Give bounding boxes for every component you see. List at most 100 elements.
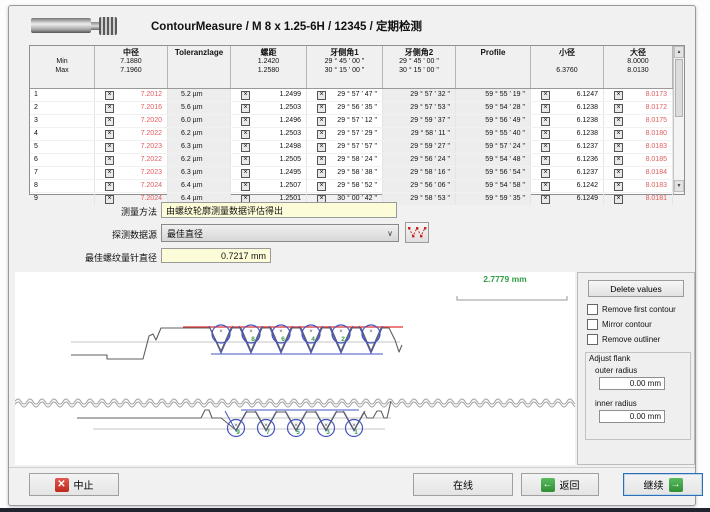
svg-text:×: × [219, 329, 223, 335]
row-checkbox[interactable]: × [541, 156, 550, 165]
checkbox-box[interactable] [587, 304, 598, 315]
row-checkbox[interactable]: × [614, 91, 623, 100]
table-cell: × 7.2012 [95, 89, 168, 101]
abort-label: 中止 [74, 477, 94, 492]
row-checkbox[interactable]: × [614, 182, 623, 191]
probe-points-icon [407, 224, 427, 241]
abort-button[interactable]: ✕ 中止 [29, 473, 119, 496]
table-scrollbar[interactable]: ▲ ▼ [673, 46, 684, 194]
row-checkbox[interactable]: × [105, 156, 114, 165]
table-row[interactable]: 2×7.20165.6 µm×1.2503×29 ° 56 ' 35 "29 °… [30, 102, 673, 115]
row-checkbox[interactable]: × [317, 130, 326, 139]
cell-value: 1.2496 [280, 115, 301, 127]
row-checkbox[interactable]: × [541, 104, 550, 113]
next-button[interactable]: 继续 → [623, 473, 703, 496]
probe-points-button[interactable] [405, 222, 429, 243]
row-checkbox[interactable]: × [541, 130, 550, 139]
row-checkbox[interactable]: × [105, 143, 114, 152]
scale-label: 2.7779 mm [443, 274, 567, 284]
pin-diameter-field[interactable]: 0.7217 mm [161, 248, 271, 263]
cell-value: 7.2024 [141, 180, 162, 192]
row-checkbox[interactable]: × [317, 104, 326, 113]
table-row[interactable]: 8×7.20246.4 µm×1.2507×29 ° 58 ' 52 "29 °… [30, 180, 673, 193]
header-cell: 中径7.18807.1960 [95, 46, 168, 88]
measure-method-field[interactable]: 由螺纹轮廓测量数据评估得出 [161, 202, 397, 218]
row-checkbox[interactable]: × [614, 117, 623, 126]
remove-first-contour-checkbox[interactable]: Remove first contour [587, 304, 676, 315]
row-checkbox[interactable]: × [614, 195, 623, 204]
mirror-contour-checkbox[interactable]: Mirror contour [587, 319, 652, 330]
remove-outliner-checkbox[interactable]: Remove outliner [587, 334, 660, 345]
row-checkbox[interactable]: × [614, 169, 623, 178]
row-checkbox[interactable]: × [614, 130, 623, 139]
cell-value: 1.2495 [280, 167, 301, 179]
table-cell: ×29 ° 57 ' 29 " [307, 128, 383, 140]
row-checkbox[interactable]: × [614, 143, 623, 152]
row-checkbox[interactable]: × [105, 195, 114, 204]
table-row[interactable]: 1×7.20125.2 µm×1.2499×29 ° 57 ' 47 "29 °… [30, 89, 673, 102]
table-cell: ×6.1247 [531, 89, 604, 101]
row-checkbox[interactable]: × [614, 156, 623, 165]
row-checkbox[interactable]: × [241, 182, 250, 191]
table-row[interactable]: 6×7.20226.2 µm×1.2505×29 ° 58 ' 24 "29 °… [30, 154, 673, 167]
online-button[interactable]: 在线 [413, 473, 513, 496]
row-checkbox[interactable]: × [317, 182, 326, 191]
row-checkbox[interactable]: × [241, 143, 250, 152]
row-checkbox[interactable]: × [241, 169, 250, 178]
cell-value: 1.2499 [280, 89, 301, 101]
row-checkbox[interactable]: × [241, 156, 250, 165]
cell-value: 59 ° 56 ' 54 " [485, 167, 525, 179]
row-checkbox[interactable]: × [541, 117, 550, 126]
scroll-down-icon[interactable]: ▼ [674, 180, 684, 192]
row-checkbox[interactable]: × [241, 91, 250, 100]
header-cell: 大径8.00008.0130 [604, 46, 673, 88]
cell-value: 7.2024 [141, 193, 162, 205]
row-checkbox[interactable]: × [614, 104, 623, 113]
table-row[interactable]: 3×7.20206.0 µm×1.2496×29 ° 57 ' 12 "29 °… [30, 115, 673, 128]
table-row[interactable]: 5×7.20236.3 µm×1.2498×29 ° 57 ' 57 "29 °… [30, 141, 673, 154]
row-checkbox[interactable]: × [105, 117, 114, 126]
row-checkbox[interactable]: × [317, 117, 326, 126]
scrollbar-thumb[interactable] [675, 59, 683, 117]
cell-value: 8.0183 [646, 141, 667, 153]
cell-value: 7.2012 [141, 89, 162, 101]
row-checkbox[interactable]: × [317, 169, 326, 178]
checkbox-box[interactable] [587, 319, 598, 330]
delete-values-button[interactable]: Delete values [588, 280, 684, 297]
cell-value: 8.0173 [646, 89, 667, 101]
scroll-up-icon[interactable]: ▲ [674, 46, 684, 58]
row-checkbox[interactable]: × [105, 182, 114, 191]
cell-value: 8.0172 [646, 102, 667, 114]
row-checkbox[interactable]: × [541, 91, 550, 100]
row-checkbox[interactable]: × [541, 195, 550, 204]
chevron-down-icon[interactable]: ∨ [387, 229, 393, 238]
row-checkbox[interactable]: × [317, 143, 326, 152]
table-cell: 59 ° 55 ' 19 " [456, 89, 531, 101]
probe-source-select[interactable]: 最佳直径 ∨ [161, 224, 399, 242]
row-checkbox[interactable]: × [541, 182, 550, 191]
cell-value: 59 ° 54 ' 28 " [485, 102, 525, 114]
row-checkbox[interactable]: × [241, 130, 250, 139]
back-button[interactable]: ← 返回 [521, 473, 599, 496]
table-cell: ×6.1237 [531, 141, 604, 153]
row-checkbox[interactable]: × [241, 117, 250, 126]
row-checkbox[interactable]: × [541, 143, 550, 152]
row-checkbox[interactable]: × [541, 169, 550, 178]
row-checkbox[interactable]: × [105, 169, 114, 178]
cell-value: 8.0181 [646, 193, 667, 205]
inner-radius-input[interactable]: 0.00 mm [599, 410, 665, 423]
outer-radius-input[interactable]: 0.00 mm [599, 377, 665, 390]
row-number: 5 [30, 141, 95, 153]
checkbox-box[interactable] [587, 334, 598, 345]
cell-value: 8.0185 [646, 154, 667, 166]
row-checkbox[interactable]: × [317, 156, 326, 165]
row-checkbox[interactable]: × [105, 104, 114, 113]
row-checkbox[interactable]: × [105, 91, 114, 100]
cell-value: 7.2023 [141, 141, 162, 153]
row-checkbox[interactable]: × [241, 104, 250, 113]
table-row[interactable]: 7×7.20236.3 µm×1.2495×29 ° 58 ' 38 "29 °… [30, 167, 673, 180]
row-checkbox[interactable]: × [105, 130, 114, 139]
table-row[interactable]: 4×7.20226.2 µm×1.2503×29 ° 57 ' 29 "29 °… [30, 128, 673, 141]
svg-text:2: 2 [341, 336, 345, 343]
row-checkbox[interactable]: × [317, 91, 326, 100]
